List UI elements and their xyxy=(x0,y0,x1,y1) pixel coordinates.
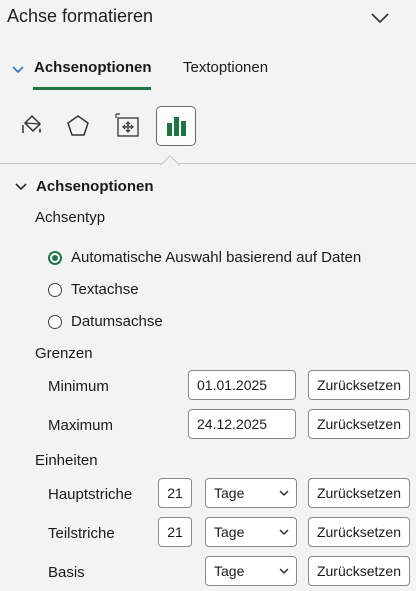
active-tab-indicator xyxy=(33,87,151,90)
select-value: Tage xyxy=(214,563,245,579)
minimum-input[interactable]: 01.01.2025 xyxy=(188,370,296,400)
base-unit-reset-button[interactable]: Zurücksetzen xyxy=(308,556,410,586)
minor-unit-input[interactable]: 21 xyxy=(158,517,192,547)
radio-button-checked[interactable] xyxy=(48,250,62,265)
radio-button[interactable] xyxy=(48,282,62,297)
pane-options-chevron-icon[interactable] xyxy=(370,10,390,26)
tab-bar: Achsenoptionen Textoptionen xyxy=(0,54,416,94)
radio-label: Textachse xyxy=(71,281,139,298)
minimum-label: Minimum xyxy=(48,378,109,395)
major-unit-select[interactable]: Tage xyxy=(205,478,297,508)
units-label: Einheiten xyxy=(35,452,98,469)
radio-date-axis[interactable]: Datumsachse xyxy=(48,313,163,330)
section-title: Achsenoptionen xyxy=(36,178,154,195)
base-unit-label: Basis xyxy=(48,564,85,581)
maximum-label: Maximum xyxy=(48,417,114,434)
axis-type-label: Achsentyp xyxy=(35,209,106,226)
bounds-label: Grenzen xyxy=(35,345,93,362)
tab-text-options[interactable]: Textoptionen xyxy=(183,59,268,76)
major-unit-label: Hauptstriche xyxy=(48,486,133,503)
radio-label: Datumsachse xyxy=(71,313,163,330)
fill-line-icon[interactable] xyxy=(12,106,52,146)
chevron-down-icon xyxy=(279,490,289,497)
radio-automatic[interactable]: Automatische Auswahl basierend auf Daten xyxy=(48,249,361,266)
section-axis-options[interactable]: Achsenoptionen xyxy=(15,178,154,195)
chevron-down-icon xyxy=(279,529,289,536)
chevron-down-icon xyxy=(279,568,289,575)
chevron-down-icon xyxy=(15,182,27,190)
radio-label: Automatische Auswahl basierend auf Daten xyxy=(71,249,362,266)
minor-unit-select[interactable]: Tage xyxy=(205,517,297,547)
axis-options-bar-chart-icon[interactable] xyxy=(156,106,196,146)
section-divider xyxy=(0,163,416,164)
maximum-reset-button[interactable]: Zurücksetzen xyxy=(308,409,410,439)
major-unit-reset-button[interactable]: Zurücksetzen xyxy=(308,478,410,508)
minor-unit-label: Teilstriche xyxy=(48,525,115,542)
select-value: Tage xyxy=(214,524,245,540)
base-unit-select[interactable]: Tage xyxy=(205,556,297,586)
radio-text-axis[interactable]: Textachse xyxy=(48,281,139,298)
chevron-down-icon[interactable] xyxy=(11,63,25,75)
pane-title: Achse formatieren xyxy=(7,6,154,26)
minor-unit-reset-button[interactable]: Zurücksetzen xyxy=(308,517,410,547)
major-unit-input[interactable]: 21 xyxy=(158,478,192,508)
tab-axis-options[interactable]: Achsenoptionen xyxy=(34,59,152,76)
select-value: Tage xyxy=(214,485,245,501)
active-category-caret xyxy=(159,153,181,166)
effects-pentagon-icon[interactable] xyxy=(58,106,98,146)
radio-button[interactable] xyxy=(48,314,62,329)
minimum-reset-button[interactable]: Zurücksetzen xyxy=(308,370,410,400)
maximum-input[interactable]: 24.12.2025 xyxy=(188,409,296,439)
size-properties-icon[interactable] xyxy=(108,106,148,146)
